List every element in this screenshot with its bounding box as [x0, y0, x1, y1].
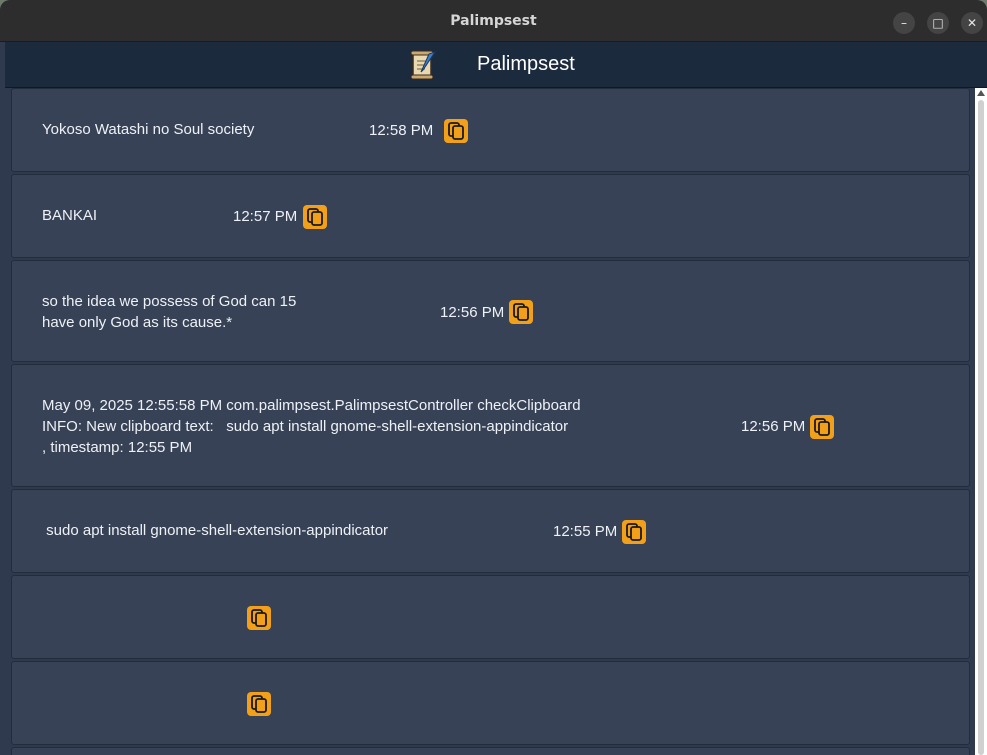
app-title: Palimpsest: [477, 53, 575, 75]
app-window: Palimpsest – □ ✕ Palimpsest Yokoso Watas…: [0, 0, 987, 755]
copy-icon: [251, 695, 267, 713]
app-header: Palimpsest: [5, 42, 987, 88]
clipboard-item[interactable]: [11, 575, 970, 659]
clipboard-history-list[interactable]: Yokoso Watashi no Soul society 12:58 PM …: [5, 88, 975, 755]
clipboard-item[interactable]: BANKAI 12:57 PM: [11, 174, 970, 258]
scrollbar-thumb[interactable]: [978, 100, 984, 755]
clipboard-item-time: 12:56 PM: [741, 418, 806, 435]
copy-icon: [307, 208, 323, 226]
clipboard-item[interactable]: May 09, 2025 12:55:58 PM com.palimpsest.…: [11, 364, 970, 487]
copy-icon: [814, 418, 830, 436]
clipboard-item-text: BANKAI: [42, 207, 98, 224]
copy-button[interactable]: [444, 119, 468, 143]
copy-icon: [251, 609, 267, 627]
clipboard-item-text: so the idea we possess of God can 15 hav…: [42, 293, 297, 331]
copy-button[interactable]: [622, 520, 646, 544]
clipboard-item-time: 12:57 PM: [233, 208, 298, 225]
clipboard-item-text: Yokoso Watashi no Soul society: [42, 121, 255, 138]
clipboard-item-text: May 09, 2025 12:55:58 PM com.palimpsest.…: [42, 397, 581, 456]
clipboard-item-time: 12:55 PM: [553, 523, 618, 540]
clipboard-item[interactable]: sudo apt install gnome-shell-extension-a…: [11, 489, 970, 573]
clipboard-item[interactable]: [11, 661, 970, 745]
clipboard-item-partial[interactable]: [11, 747, 970, 755]
window-titlebar[interactable]: Palimpsest – □ ✕: [0, 0, 987, 42]
minimize-button[interactable]: –: [893, 12, 915, 34]
copy-button[interactable]: [810, 415, 834, 439]
clipboard-item-time: 12:58 PM: [369, 122, 434, 139]
scroll-quill-icon: [410, 50, 437, 80]
clipboard-item-text: sudo apt install gnome-shell-extension-a…: [42, 522, 389, 539]
clipboard-item[interactable]: Yokoso Watashi no Soul society 12:58 PM: [11, 88, 970, 172]
copy-button[interactable]: [303, 205, 327, 229]
copy-icon: [448, 122, 464, 140]
copy-button[interactable]: [509, 300, 533, 324]
close-button[interactable]: ✕: [961, 12, 983, 34]
clipboard-item[interactable]: so the idea we possess of God can 15 hav…: [11, 260, 970, 362]
clipboard-item-time: 12:56 PM: [440, 304, 505, 321]
copy-button[interactable]: [247, 606, 271, 630]
copy-icon: [626, 523, 642, 541]
vertical-scrollbar[interactable]: [975, 88, 987, 755]
scroll-up-arrow-icon[interactable]: [977, 90, 985, 96]
copy-icon: [513, 303, 529, 321]
copy-button[interactable]: [247, 692, 271, 716]
maximize-button[interactable]: □: [927, 12, 949, 34]
window-title: Palimpsest: [450, 13, 537, 29]
